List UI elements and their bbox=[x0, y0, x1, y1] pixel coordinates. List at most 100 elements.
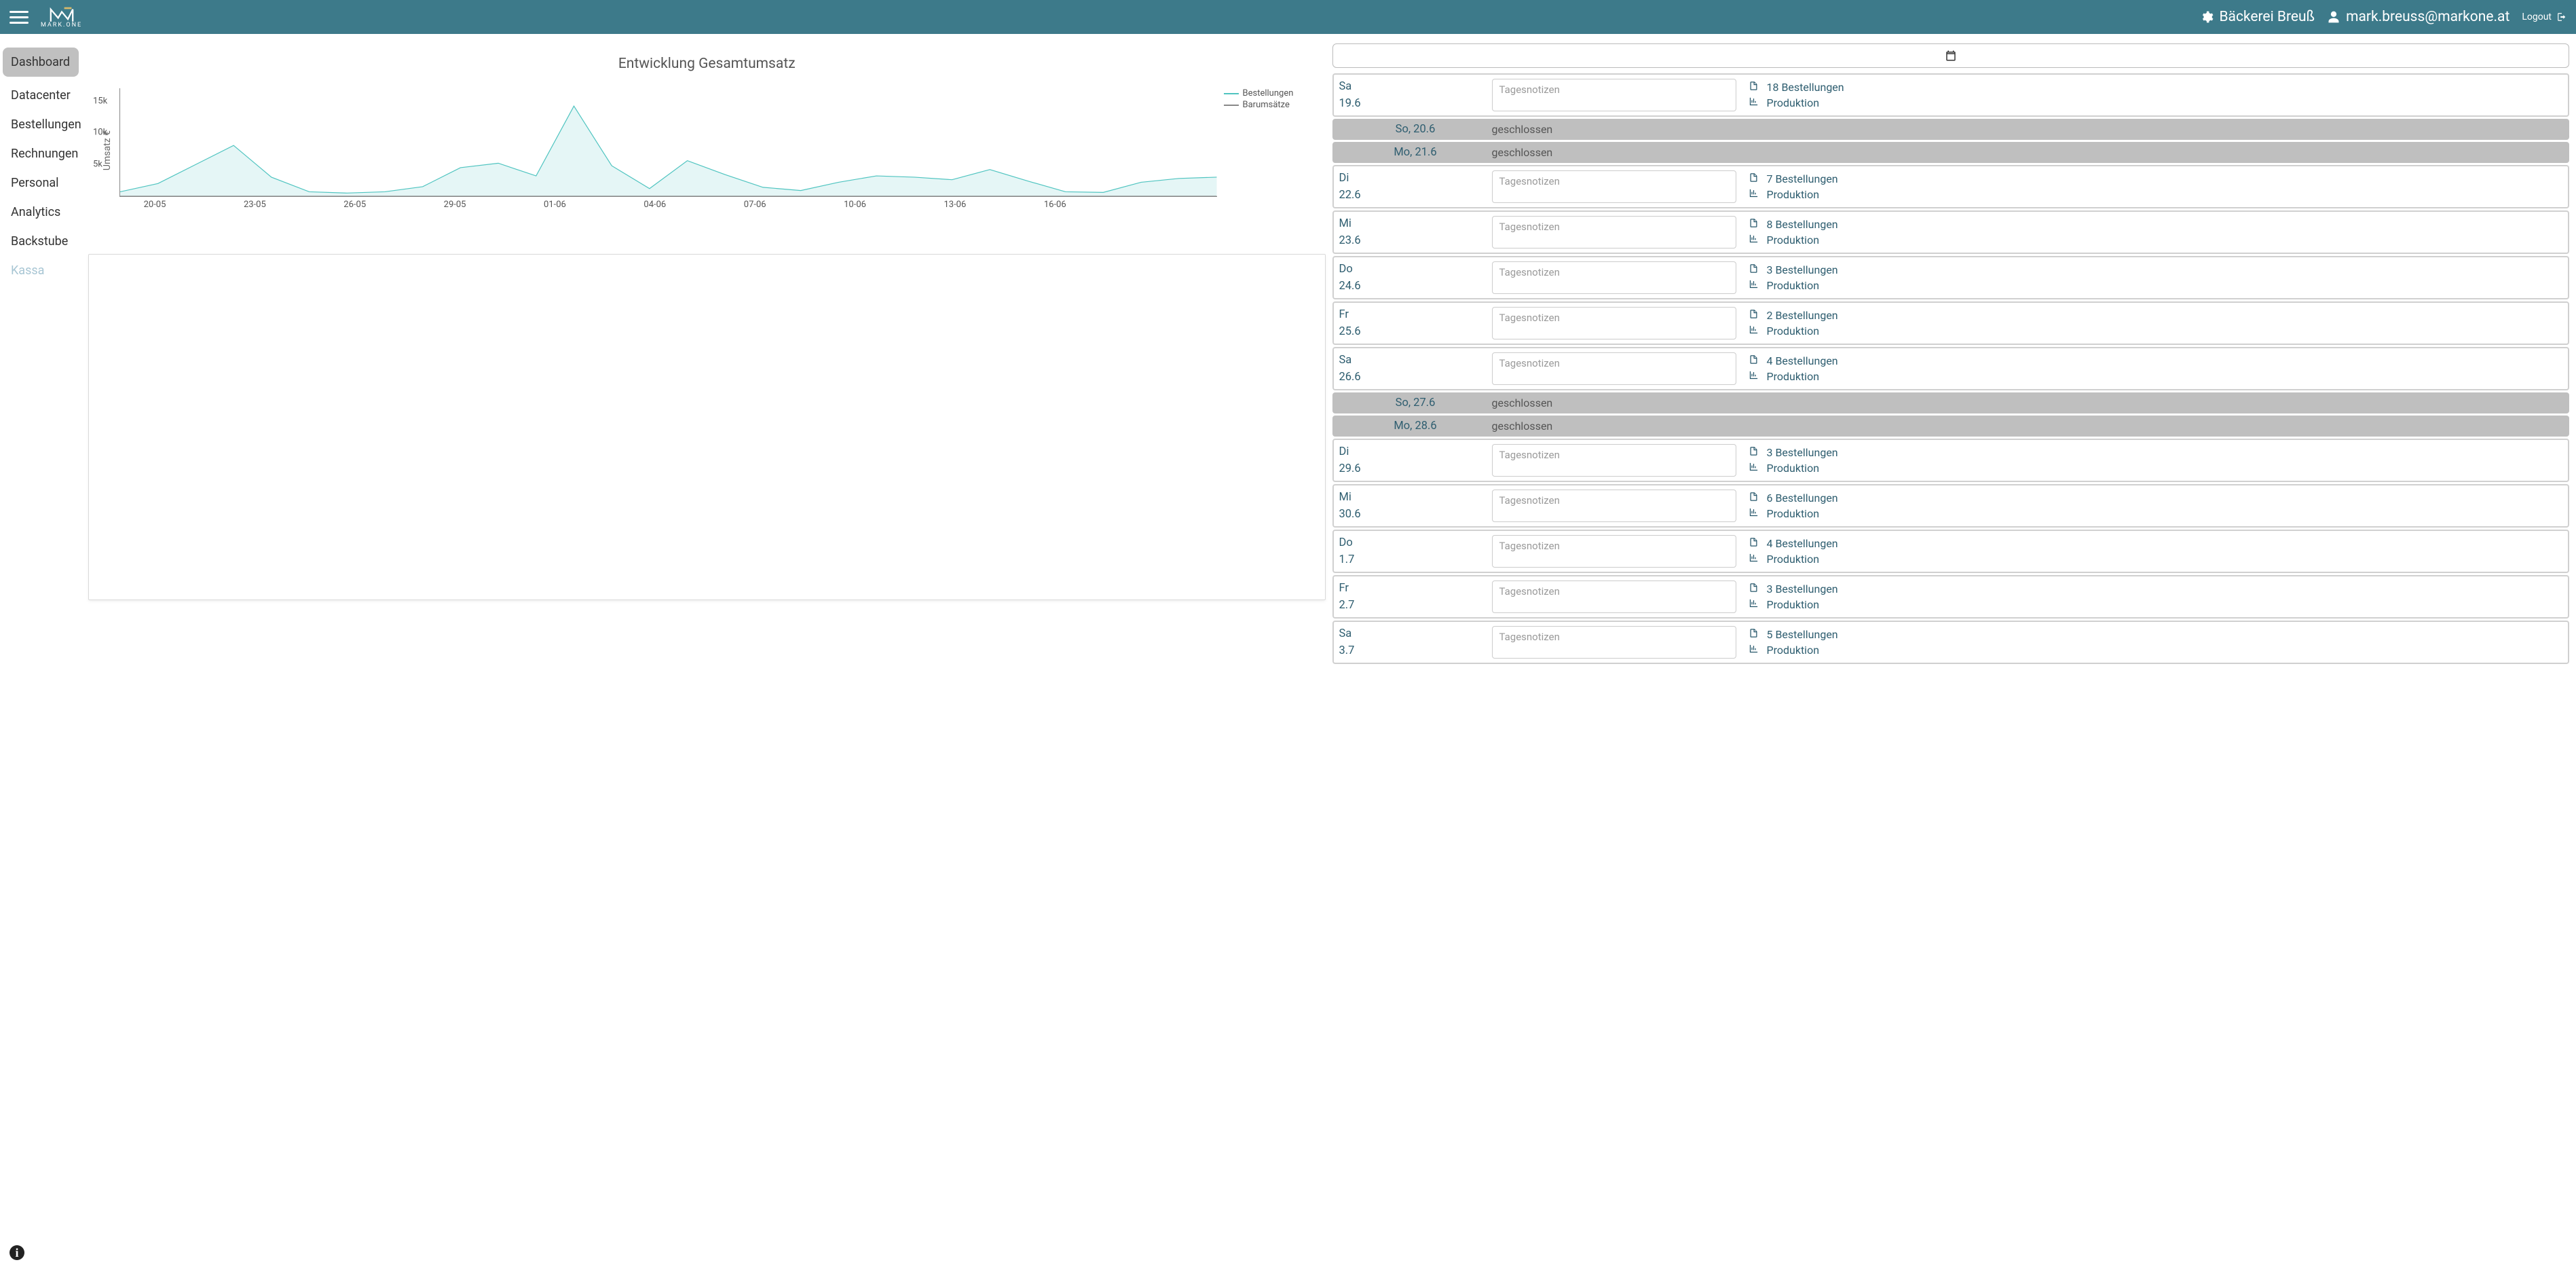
day-notes-input[interactable] bbox=[1492, 626, 1736, 659]
orders-count: 2 Bestellungen bbox=[1767, 309, 1838, 322]
day-weekday: Sa bbox=[1339, 627, 1492, 640]
legend-item[interactable]: Bestellungen bbox=[1224, 88, 1312, 98]
day-date: Do1.7 bbox=[1339, 535, 1492, 568]
closed-label: geschlossen bbox=[1492, 420, 1736, 432]
day-notes-input[interactable] bbox=[1492, 216, 1736, 248]
day-datenum: 22.6 bbox=[1339, 189, 1492, 202]
day-datenum: 2.7 bbox=[1339, 599, 1492, 612]
production-label: Produktion bbox=[1767, 553, 1820, 566]
legend-label: Bestellungen bbox=[1243, 88, 1294, 98]
chart-legend: Bestellungen Barumsätze bbox=[1224, 88, 1312, 111]
company-settings-link[interactable]: Bäckerei Breuß bbox=[2200, 9, 2315, 25]
legend-item[interactable]: Barumsätze bbox=[1224, 100, 1312, 110]
orders-link[interactable]: 18 Bestellungen bbox=[1749, 81, 2563, 94]
day-weekday: Di bbox=[1339, 445, 1492, 458]
company-name: Bäckerei Breuß bbox=[2219, 9, 2315, 25]
orders-link[interactable]: 5 Bestellungen bbox=[1749, 628, 2563, 641]
production-link[interactable]: Produktion bbox=[1749, 234, 2563, 246]
sidebar-item-dashboard[interactable]: Dashboard bbox=[3, 48, 79, 77]
secondary-panel bbox=[88, 254, 1326, 600]
sidebar-item-personal[interactable]: Personal bbox=[0, 168, 81, 198]
bar-chart-icon bbox=[1749, 462, 1759, 475]
production-link[interactable]: Produktion bbox=[1749, 279, 2563, 292]
file-icon bbox=[1749, 218, 1759, 231]
brand-logo[interactable]: MARK.ONE bbox=[41, 5, 82, 29]
chart-xtick: 23-05 bbox=[244, 200, 266, 210]
day-row: So, 20.6geschlossen bbox=[1332, 119, 2570, 140]
logout-icon bbox=[2557, 12, 2566, 22]
production-link[interactable]: Produktion bbox=[1749, 188, 2563, 201]
info-button[interactable]: i bbox=[10, 1245, 24, 1260]
day-notes-input[interactable] bbox=[1492, 307, 1736, 339]
day-row: So, 27.6geschlossen bbox=[1332, 392, 2570, 413]
day-notes-input[interactable] bbox=[1492, 170, 1736, 203]
production-link[interactable]: Produktion bbox=[1749, 598, 2563, 611]
production-link[interactable]: Produktion bbox=[1749, 553, 2563, 566]
legend-label: Barumsätze bbox=[1243, 100, 1290, 110]
chart-plot-area[interactable]: 5k10k15k bbox=[119, 88, 1217, 197]
day-row: Mo, 28.6geschlossen bbox=[1332, 416, 2570, 437]
sidebar-item-backstube[interactable]: Backstube bbox=[0, 227, 81, 256]
sidebar-item-analytics[interactable]: Analytics bbox=[0, 198, 81, 227]
day-notes-input[interactable] bbox=[1492, 79, 1736, 111]
file-icon bbox=[1749, 492, 1759, 504]
production-label: Produktion bbox=[1767, 462, 1820, 475]
day-weekday: Di bbox=[1339, 172, 1492, 185]
production-label: Produktion bbox=[1767, 644, 1820, 657]
orders-link[interactable]: 3 Bestellungen bbox=[1749, 446, 2563, 459]
day-row: Sa 26.6 4 Bestellungen Produktion bbox=[1332, 347, 2570, 390]
day-notes-input[interactable] bbox=[1492, 535, 1736, 568]
day-notes-input[interactable] bbox=[1492, 444, 1736, 477]
sidebar-item-kassa[interactable]: Kassa bbox=[0, 256, 81, 285]
user-menu[interactable]: mark.breuss@markone.at bbox=[2327, 9, 2509, 25]
production-link[interactable]: Produktion bbox=[1749, 325, 2563, 337]
orders-link[interactable]: 7 Bestellungen bbox=[1749, 172, 2563, 185]
logout-button[interactable]: Logout bbox=[2522, 12, 2566, 22]
menu-toggle-button[interactable] bbox=[10, 11, 29, 24]
day-date: Sa19.6 bbox=[1339, 79, 1492, 111]
day-notes-input[interactable] bbox=[1492, 352, 1736, 385]
production-link[interactable]: Produktion bbox=[1749, 370, 2563, 383]
day-weekday: Sa bbox=[1339, 354, 1492, 367]
bar-chart-icon bbox=[1749, 644, 1759, 657]
production-link[interactable]: Produktion bbox=[1749, 96, 2563, 109]
chart-xtick: 26-05 bbox=[343, 200, 366, 210]
orders-link[interactable]: 6 Bestellungen bbox=[1749, 492, 2563, 504]
chart-xtick: 20-05 bbox=[144, 200, 166, 210]
file-icon bbox=[1749, 354, 1759, 367]
day-datenum: 26.6 bbox=[1339, 371, 1492, 384]
orders-link[interactable]: 3 Bestellungen bbox=[1749, 263, 2563, 276]
day-notes-input[interactable] bbox=[1492, 581, 1736, 613]
file-icon bbox=[1749, 263, 1759, 276]
production-label: Produktion bbox=[1767, 325, 1820, 337]
revenue-chart: Entwicklung Gesamtumsatz Umsatz € 5k10k1… bbox=[88, 56, 1326, 213]
chart-title: Entwicklung Gesamtumsatz bbox=[88, 56, 1326, 72]
sidebar-item-datacenter[interactable]: Datacenter bbox=[0, 81, 81, 110]
orders-link[interactable]: 2 Bestellungen bbox=[1749, 309, 2563, 322]
orders-link[interactable]: 8 Bestellungen bbox=[1749, 218, 2563, 231]
calendar-picker-button[interactable] bbox=[1332, 43, 2570, 68]
day-notes-input[interactable] bbox=[1492, 261, 1736, 294]
production-label: Produktion bbox=[1767, 598, 1820, 611]
sidebar-item-rechnungen[interactable]: Rechnungen bbox=[0, 139, 81, 168]
day-date: Sa3.7 bbox=[1339, 626, 1492, 659]
orders-link[interactable]: 4 Bestellungen bbox=[1749, 354, 2563, 367]
sidebar-item-bestellungen[interactable]: Bestellungen bbox=[0, 110, 81, 139]
production-link[interactable]: Produktion bbox=[1749, 644, 2563, 657]
orders-count: 7 Bestellungen bbox=[1767, 172, 1838, 185]
day-notes-input[interactable] bbox=[1492, 490, 1736, 522]
day-row: Mi30.66 BestellungenProduktion bbox=[1332, 484, 2570, 528]
orders-link[interactable]: 3 Bestellungen bbox=[1749, 583, 2563, 595]
production-link[interactable]: Produktion bbox=[1749, 507, 2563, 520]
file-icon bbox=[1749, 446, 1759, 459]
chart-xtick: 07-06 bbox=[744, 200, 766, 210]
day-date: Mi23.6 bbox=[1339, 216, 1492, 248]
orders-link[interactable]: 4 Bestellungen bbox=[1749, 537, 2563, 550]
day-date: Di29.6 bbox=[1339, 444, 1492, 477]
day-weekday: Fr bbox=[1339, 582, 1492, 595]
orders-count: 4 Bestellungen bbox=[1767, 354, 1838, 367]
day-row: Do1.7 4 Bestellungen Produktion bbox=[1332, 530, 2570, 573]
chart-ytick: 10k bbox=[93, 128, 107, 138]
production-link[interactable]: Produktion bbox=[1749, 462, 2563, 475]
orders-count: 4 Bestellungen bbox=[1767, 537, 1838, 550]
